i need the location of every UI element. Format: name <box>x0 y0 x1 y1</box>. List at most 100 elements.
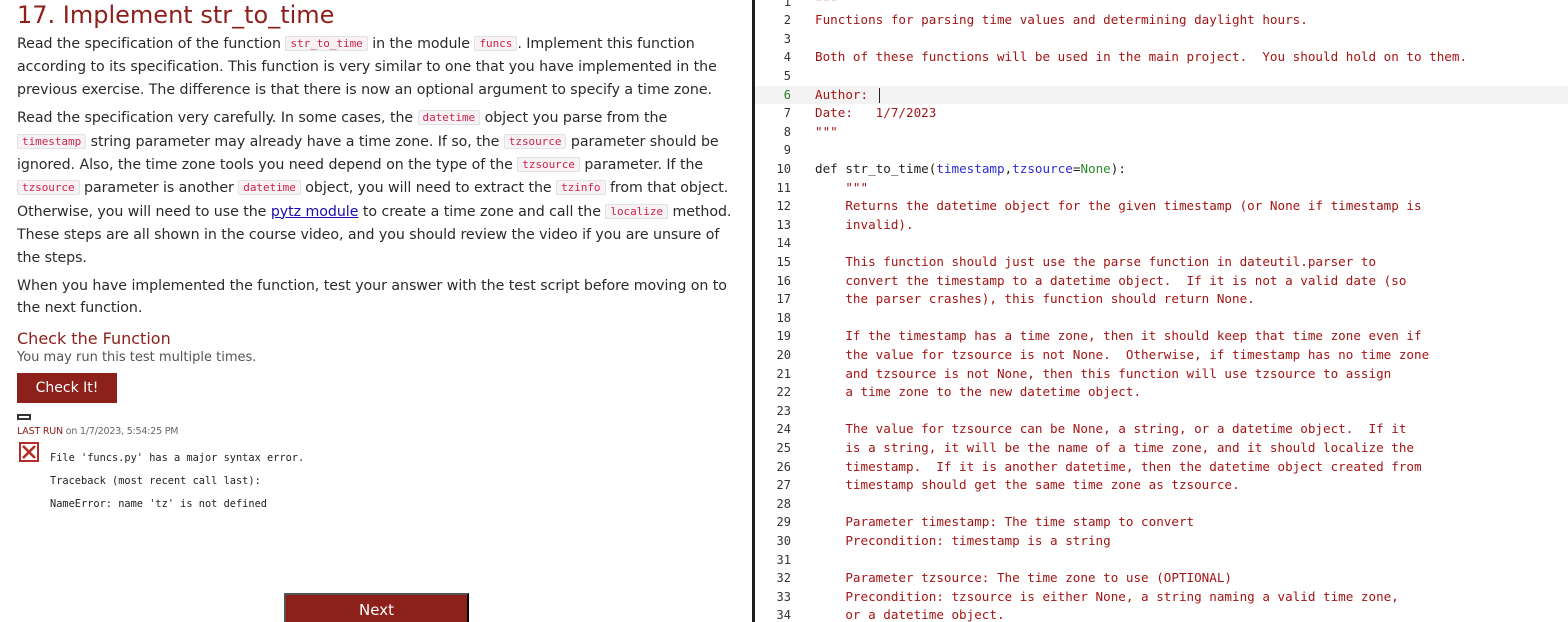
code-text: def str_to_time(timestamp,tzsource=None)… <box>815 160 1126 179</box>
code-line[interactable]: 22 a time zone to the new datetime objec… <box>755 383 1568 402</box>
line-number: 9 <box>783 143 791 158</box>
check-section-subtitle: You may run this test multiple times. <box>17 349 257 365</box>
code-line[interactable]: 8 """ <box>755 123 1568 142</box>
code-text: Functions for parsing time values and de… <box>815 11 1308 30</box>
instructions-pane: 17. Implement str_to_time Read the speci… <box>0 0 752 622</box>
output-line: Traceback (most recent call last): <box>50 474 261 487</box>
code-line[interactable]: 20 the value for tzsource is not None. O… <box>755 346 1568 365</box>
line-number: 24 <box>776 422 791 437</box>
text: to create a time zone and call the <box>358 203 606 220</box>
code-line[interactable]: 21 and tzsource is not None, then this f… <box>755 365 1568 384</box>
text: object, you will need to extract the <box>300 180 557 197</box>
test-output: File 'funcs.py' has a major syntax error… <box>50 447 304 516</box>
code-string: This function should just use the parse … <box>815 253 1377 269</box>
pytz-module-link[interactable]: pytz module <box>271 204 359 220</box>
code-line[interactable]: 11 """ <box>755 179 1568 198</box>
line-number: 30 <box>776 533 791 548</box>
next-button[interactable]: Next <box>284 593 469 622</box>
line-number: 20 <box>776 347 791 362</box>
check-it-button[interactable]: Check It! <box>17 372 117 403</box>
code-line[interactable]: 12 Returns the datetime object for the g… <box>755 197 1568 216</box>
code-text: Returns the datetime object for the give… <box>815 197 1422 216</box>
code-line[interactable]: 17 the parser crashes), this function sh… <box>755 290 1568 309</box>
code-line[interactable]: 27 timestamp should get the same time zo… <box>755 476 1568 495</box>
code-line[interactable]: 14 <box>755 234 1568 253</box>
code-string: timestamp. If it is another datetime, th… <box>815 458 1422 474</box>
code-line[interactable]: 16 convert the timestamp to a datetime o… <box>755 272 1568 291</box>
output-line: File 'funcs.py' has a major syntax error… <box>50 451 305 464</box>
code-line[interactable]: 31 <box>755 551 1568 570</box>
code-string: """ <box>815 179 869 195</box>
code-string: convert the timestamp to a datetime obje… <box>815 272 1407 288</box>
instructions-content: 17. Implement str_to_time Read the speci… <box>17 0 735 512</box>
code-text: Both of these functions will be used in … <box>815 48 1467 67</box>
code-line[interactable]: 29 Parameter timestamp: The time stamp t… <box>755 513 1568 532</box>
line-number: 21 <box>776 366 791 381</box>
code-line[interactable]: 15 This function should just use the par… <box>755 253 1568 272</box>
code-text: a time zone to the new datetime object. <box>815 383 1141 402</box>
code-token: timestamp <box>936 160 1005 176</box>
code-line[interactable]: 3 <box>755 30 1568 49</box>
text-cursor <box>878 87 880 103</box>
code-line[interactable]: 1 """ <box>755 0 1568 11</box>
line-number: 13 <box>776 217 791 232</box>
code-line[interactable]: 9 <box>755 141 1568 160</box>
text: in the module <box>367 36 475 52</box>
code-text: is a string, it will be the name of a ti… <box>815 439 1414 458</box>
code-string: If the timestamp has a time zone, then i… <box>815 328 1422 344</box>
code-line[interactable]: 34 or a datetime object. <box>755 606 1568 622</box>
last-run-label: LAST RUN <box>17 425 63 437</box>
code-line[interactable]: 2 Functions for parsing time values and d… <box>755 11 1568 30</box>
code-line[interactable]: 6 Author: <box>755 85 1568 105</box>
code-string: Author: <box>815 86 876 102</box>
code-line[interactable]: 26 timestamp. If it is another datetime,… <box>755 458 1568 477</box>
code-string: Precondition: tzsource is either None, a… <box>815 588 1399 604</box>
code-editor[interactable]: 1 """ 2 Functions for parsing time values a… <box>755 0 1568 622</box>
code-token: def str_to_time( <box>815 160 937 176</box>
text: parameter is another <box>79 180 239 197</box>
code-text: Parameter tzsource: The time zone to use… <box>815 569 1232 588</box>
code-string: Returns the datetime object for the give… <box>815 198 1422 214</box>
line-number: 29 <box>776 515 791 530</box>
code-line[interactable]: 10 def str_to_time(timestamp,tzsource=Non… <box>755 160 1568 179</box>
code-line[interactable]: 4 Both of these functions will be used in… <box>755 48 1568 67</box>
code-line[interactable]: 5 <box>755 67 1568 86</box>
text: object you parse from the <box>480 110 668 127</box>
code-line[interactable]: 18 <box>755 309 1568 328</box>
code-line[interactable]: 33 Precondition: tzsource is either None… <box>755 588 1568 607</box>
code-line[interactable]: 7 Date: 1/7/2023 <box>755 104 1568 123</box>
code-str-to-time: str_to_time <box>285 36 368 51</box>
line-number: 32 <box>776 571 791 586</box>
code-string: Parameter tzsource: The time zone to use… <box>815 570 1233 586</box>
line-number: 5 <box>783 68 791 83</box>
code-datetime: datetime <box>238 180 301 196</box>
instructions-paragraph-1: Read the specification of the function s… <box>17 33 735 101</box>
code-localize: localize <box>605 203 668 219</box>
code-text: This function should just use the parse … <box>815 253 1376 272</box>
code-tzinfo: tzinfo <box>556 180 606 196</box>
line-number: 11 <box>776 180 791 195</box>
code-line[interactable]: 28 <box>755 495 1568 514</box>
code-line[interactable]: 23 <box>755 402 1568 421</box>
code-line[interactable]: 24 The value for tzsource can be None, a… <box>755 420 1568 439</box>
collapse-toggle-icon[interactable] <box>17 413 31 420</box>
code-line[interactable]: 25 is a string, it will be the name of a… <box>755 439 1568 458</box>
exercise-title: 17. Implement str_to_time <box>17 1 335 29</box>
code-string: """ <box>815 0 838 9</box>
code-line[interactable]: 19 If the timestamp has a time zone, the… <box>755 327 1568 346</box>
code-string: is a string, it will be the name of a ti… <box>815 439 1414 455</box>
code-line[interactable]: 30 Precondition: timestamp is a string <box>755 532 1568 551</box>
code-line[interactable]: 13 invalid). <box>755 216 1568 235</box>
line-number: 10 <box>776 161 791 176</box>
code-line[interactable]: 32 Parameter tzsource: The time zone to … <box>755 569 1568 588</box>
code-text: the value for tzsource is not None. Othe… <box>815 346 1429 365</box>
code-text: Precondition: timestamp is a string <box>815 532 1111 551</box>
code-text: """ <box>815 179 868 198</box>
code-text: Author: <box>815 86 880 105</box>
code-string: Precondition: timestamp is a string <box>815 532 1111 548</box>
line-number: 15 <box>776 254 791 269</box>
code-text: Parameter timestamp: The time stamp to c… <box>815 513 1194 532</box>
code-tzsource: tzsource <box>17 180 80 196</box>
line-number: 2 <box>783 13 791 28</box>
line-number: 26 <box>776 459 791 474</box>
